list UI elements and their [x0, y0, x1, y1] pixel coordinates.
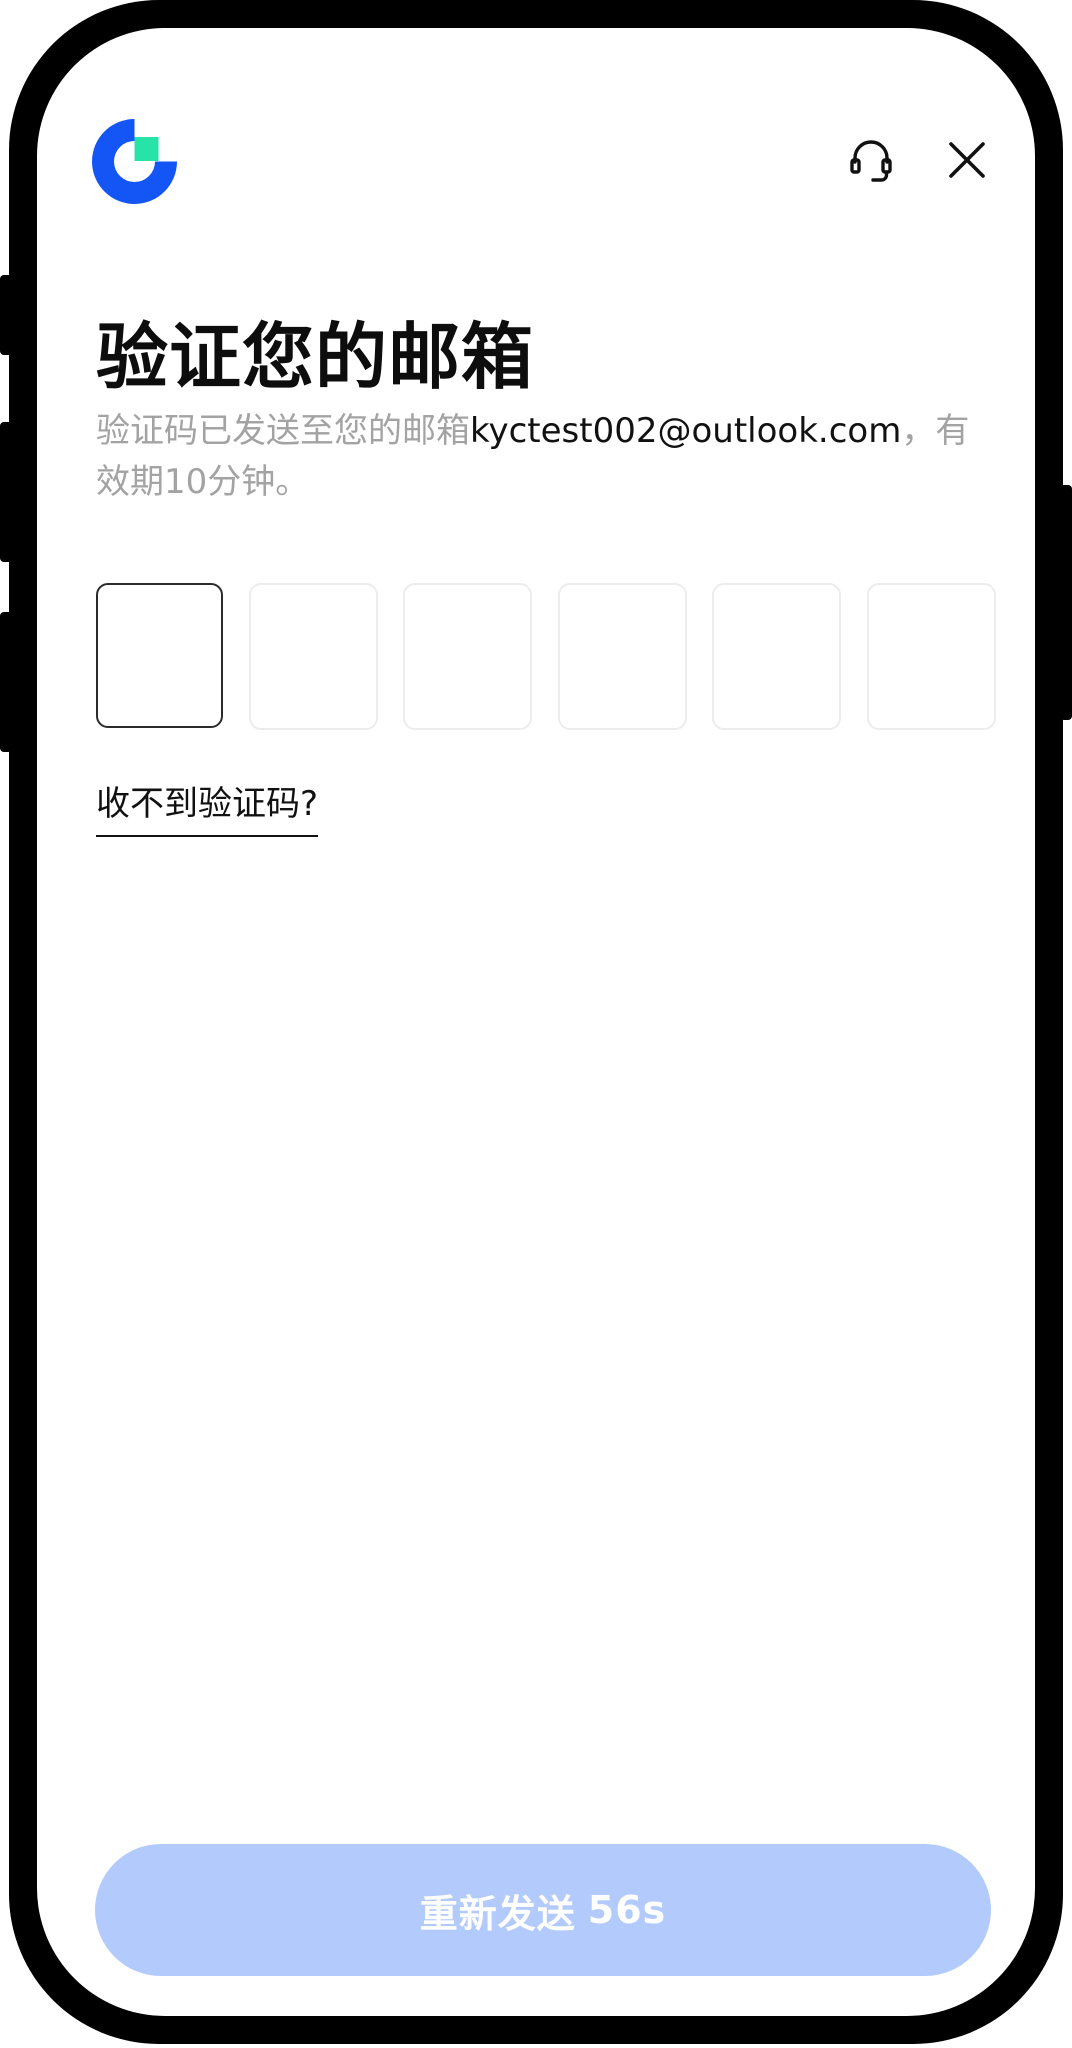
- phone-frame: 验证您的邮箱 验证码已发送至您的邮箱kyctest002@outlook.com…: [9, 0, 1063, 2044]
- app-logo: [92, 119, 177, 204]
- code-input-2[interactable]: [248, 583, 378, 730]
- code-input-5[interactable]: [712, 583, 842, 730]
- subtitle-text: 验证码已发送至您的邮箱kyctest002@outlook.com，有效期10分…: [96, 406, 996, 508]
- code-input-3[interactable]: [403, 583, 533, 730]
- resend-label: 重新发送: [419, 1891, 576, 1936]
- device-frame-container: 验证您的邮箱 验证码已发送至您的邮箱kyctest002@outlook.com…: [0, 0, 1072, 2048]
- subtitle-prefix: 验证码已发送至您的邮箱: [96, 411, 470, 451]
- headset-icon[interactable]: [839, 128, 903, 192]
- code-input-4[interactable]: [557, 583, 687, 730]
- resend-button[interactable]: 重新发送 56s: [95, 1844, 991, 1976]
- resend-countdown: 56s: [587, 1888, 667, 1932]
- no-code-help-link[interactable]: 收不到验证码?: [96, 776, 319, 837]
- screen: 验证您的邮箱 验证码已发送至您的邮箱kyctest002@outlook.com…: [37, 28, 1035, 2016]
- code-input-6[interactable]: [866, 583, 996, 730]
- page-title: 验证您的邮箱: [96, 315, 535, 399]
- email-address: kyctest002@outlook.com: [470, 411, 902, 451]
- code-input-1[interactable]: [96, 583, 223, 728]
- verification-code-inputs: [96, 583, 996, 730]
- close-icon[interactable]: [935, 128, 999, 192]
